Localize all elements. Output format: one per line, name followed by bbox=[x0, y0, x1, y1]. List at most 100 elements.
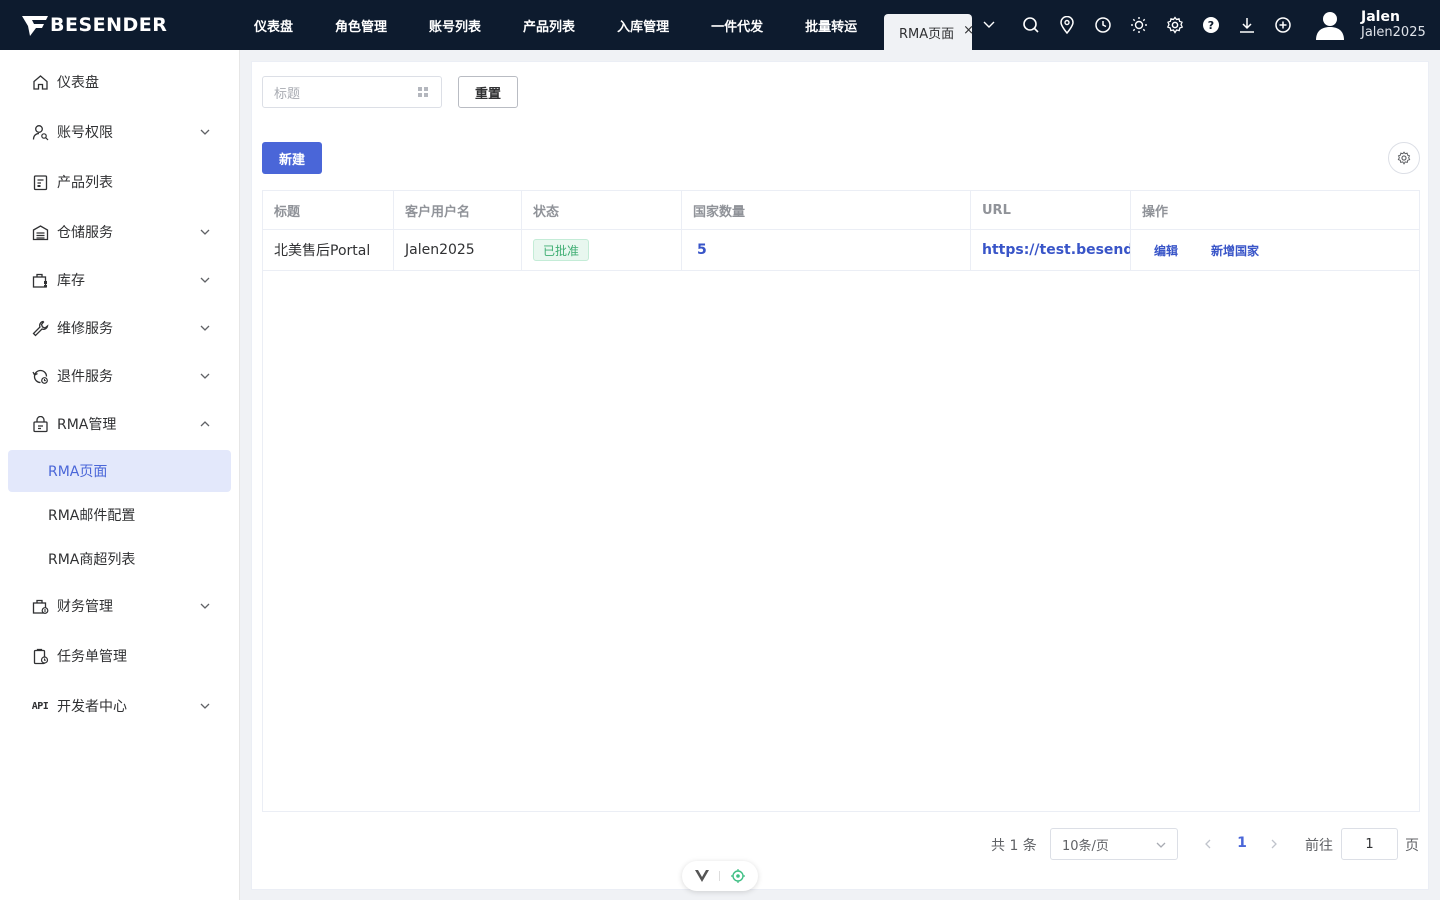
goto-label: 前往 bbox=[1305, 838, 1333, 854]
sidebar-item-tasks[interactable]: 任务单管理 bbox=[0, 632, 240, 680]
cell-title: 北美售后Portal bbox=[263, 230, 394, 270]
reset-button[interactable]: 重置 bbox=[458, 76, 518, 108]
goto-page-input[interactable]: 1 bbox=[1341, 828, 1398, 860]
new-button[interactable]: 新建 bbox=[262, 142, 322, 174]
user-key-icon bbox=[31, 123, 49, 141]
table-settings-button[interactable] bbox=[1388, 142, 1420, 174]
sidebar-item-rma[interactable]: RMA管理 bbox=[0, 400, 240, 448]
avatar[interactable] bbox=[1313, 8, 1347, 42]
target-icon[interactable] bbox=[730, 869, 745, 883]
chevron-down-icon bbox=[200, 277, 210, 283]
page-number-current[interactable]: 1 bbox=[1232, 835, 1252, 851]
cell-status: 已批准 bbox=[522, 230, 682, 270]
column-header-actions: 操作 bbox=[1142, 204, 1169, 220]
gear-icon[interactable] bbox=[1157, 14, 1193, 36]
vue-logo-icon[interactable] bbox=[695, 870, 710, 882]
next-page-button[interactable] bbox=[1266, 836, 1282, 852]
column-header-status[interactable]: 状态 bbox=[522, 191, 682, 229]
pagination-total: 共 1 条 bbox=[991, 838, 1037, 854]
gear-icon bbox=[1397, 151, 1411, 165]
user-name: Jalen bbox=[1361, 9, 1400, 25]
divider bbox=[719, 871, 721, 881]
finance-icon bbox=[31, 597, 49, 615]
brand-name: BESENDER bbox=[50, 14, 168, 36]
user-menu[interactable]: Jalen Jalen2025 bbox=[1313, 8, 1426, 42]
tab-close-icon[interactable]: × bbox=[963, 23, 974, 38]
search-icon[interactable] bbox=[1013, 14, 1049, 36]
add-circle-icon[interactable] bbox=[1265, 14, 1301, 36]
top-nav-accounts[interactable]: 账号列表 bbox=[408, 0, 502, 50]
sidebar-item-label: 维修服务 bbox=[57, 321, 113, 337]
return-icon bbox=[31, 367, 49, 385]
column-header-url[interactable]: URL bbox=[971, 191, 1131, 229]
sidebar-item-account-permissions[interactable]: 账号权限 bbox=[0, 108, 240, 156]
cell-country-count: 5 bbox=[682, 230, 971, 270]
sidebar-item-returns[interactable]: 退件服务 bbox=[0, 352, 240, 400]
top-nav-batch-transfer[interactable]: 批量转运 bbox=[784, 0, 878, 50]
chevron-down-icon bbox=[200, 325, 210, 331]
main-panel: 标题 重置 新建 标题 客户用户名 状态 国家数量 URL 操作 北美售后Por… bbox=[251, 61, 1429, 890]
column-header-title[interactable]: 标题 bbox=[263, 191, 394, 229]
add-country-link[interactable]: 新增国家 bbox=[1211, 242, 1259, 259]
top-nav-products[interactable]: 产品列表 bbox=[502, 0, 596, 50]
download-icon[interactable] bbox=[1229, 14, 1265, 36]
sidebar-item-label: 开发者中心 bbox=[57, 699, 127, 715]
top-nav-dashboard[interactable]: 仪表盘 bbox=[233, 0, 314, 50]
sidebar-item-inventory[interactable]: 库存 bbox=[0, 256, 240, 304]
cell-url: https://test.besender.com bbox=[971, 230, 1131, 270]
floating-toolbar bbox=[682, 861, 758, 891]
top-bar: BESENDER 仪表盘 角色管理 账号列表 产品列表 入库管理 一件代发 批量… bbox=[0, 0, 1440, 50]
user-avatar-icon bbox=[1316, 12, 1344, 40]
tab-rma-page[interactable]: RMA页面 × bbox=[884, 14, 974, 50]
sidebar-sub-rma-mail-config[interactable]: RMA邮件配置 bbox=[8, 494, 231, 536]
page-suffix-label: 页 bbox=[1405, 838, 1419, 854]
help-icon[interactable]: ? bbox=[1193, 14, 1229, 36]
column-header-country-count[interactable]: 国家数量 bbox=[682, 191, 971, 229]
sidebar-item-label: 退件服务 bbox=[57, 369, 113, 385]
table-header: 标题 客户用户名 状态 国家数量 URL 操作 bbox=[263, 191, 1419, 230]
sidebar-item-repair[interactable]: 维修服务 bbox=[0, 304, 240, 352]
sidebar-item-label: 仓储服务 bbox=[57, 225, 113, 241]
country-count-link[interactable]: 5 bbox=[697, 242, 707, 258]
sidebar-item-products[interactable]: 产品列表 bbox=[0, 158, 240, 206]
sidebar-sub-rma-retailer-list[interactable]: RMA商超列表 bbox=[8, 538, 231, 580]
user-account: Jalen2025 bbox=[1361, 25, 1426, 40]
top-nav-dropship[interactable]: 一件代发 bbox=[690, 0, 784, 50]
sun-icon[interactable] bbox=[1121, 14, 1157, 36]
portal-url-link[interactable]: https://test.besender.com bbox=[982, 242, 1130, 258]
chevron-right-icon bbox=[1271, 839, 1277, 849]
top-toolbar: ? bbox=[1013, 14, 1301, 36]
logo-mark-icon bbox=[22, 16, 48, 36]
nav-more-chevron-icon[interactable] bbox=[980, 16, 998, 34]
brand-logo[interactable]: BESENDER bbox=[22, 12, 167, 38]
sidebar-sub-rma-page[interactable]: RMA页面 bbox=[8, 450, 231, 492]
chevron-down-icon bbox=[1156, 842, 1166, 848]
prev-page-button[interactable] bbox=[1200, 836, 1216, 852]
clock-icon[interactable] bbox=[1085, 14, 1121, 36]
edit-link[interactable]: 编辑 bbox=[1154, 242, 1178, 259]
title-search-input[interactable]: 标题 bbox=[262, 76, 442, 108]
svg-text:?: ? bbox=[1208, 19, 1214, 32]
sidebar-item-label: 库存 bbox=[57, 273, 85, 289]
column-header-username[interactable]: 客户用户名 bbox=[394, 191, 522, 229]
sidebar-item-label: 仪表盘 bbox=[57, 75, 99, 91]
home-icon bbox=[31, 73, 49, 91]
top-nav-inbound[interactable]: 入库管理 bbox=[596, 0, 690, 50]
top-nav: 仪表盘 角色管理 账号列表 产品列表 入库管理 一件代发 批量转运 bbox=[233, 0, 878, 50]
top-nav-roles[interactable]: 角色管理 bbox=[314, 0, 408, 50]
page-size-select[interactable]: 10条/页 bbox=[1050, 828, 1178, 860]
table-row: 北美售后Portal Jalen2025 已批准 5 https://test.… bbox=[263, 230, 1419, 271]
sidebar-item-label: 任务单管理 bbox=[57, 649, 127, 665]
sidebar-item-dashboard[interactable]: 仪表盘 bbox=[0, 58, 240, 106]
chevron-down-icon bbox=[200, 229, 210, 235]
sidebar-item-label: 财务管理 bbox=[57, 599, 113, 615]
title-search-placeholder: 标题 bbox=[274, 86, 301, 102]
location-icon[interactable] bbox=[1049, 14, 1085, 36]
pagination: 共 1 条 10条/页 1 前往 1 页 bbox=[252, 828, 1430, 860]
inventory-icon bbox=[31, 271, 49, 289]
sidebar-item-warehouse[interactable]: 仓储服务 bbox=[0, 208, 240, 256]
sidebar-item-developer[interactable]: API 开发者中心 bbox=[0, 682, 240, 730]
cell-actions: 编辑 新增国家 bbox=[1131, 230, 1419, 270]
sidebar-item-finance[interactable]: 财务管理 bbox=[0, 582, 240, 630]
status-badge: 已批准 bbox=[533, 239, 590, 261]
